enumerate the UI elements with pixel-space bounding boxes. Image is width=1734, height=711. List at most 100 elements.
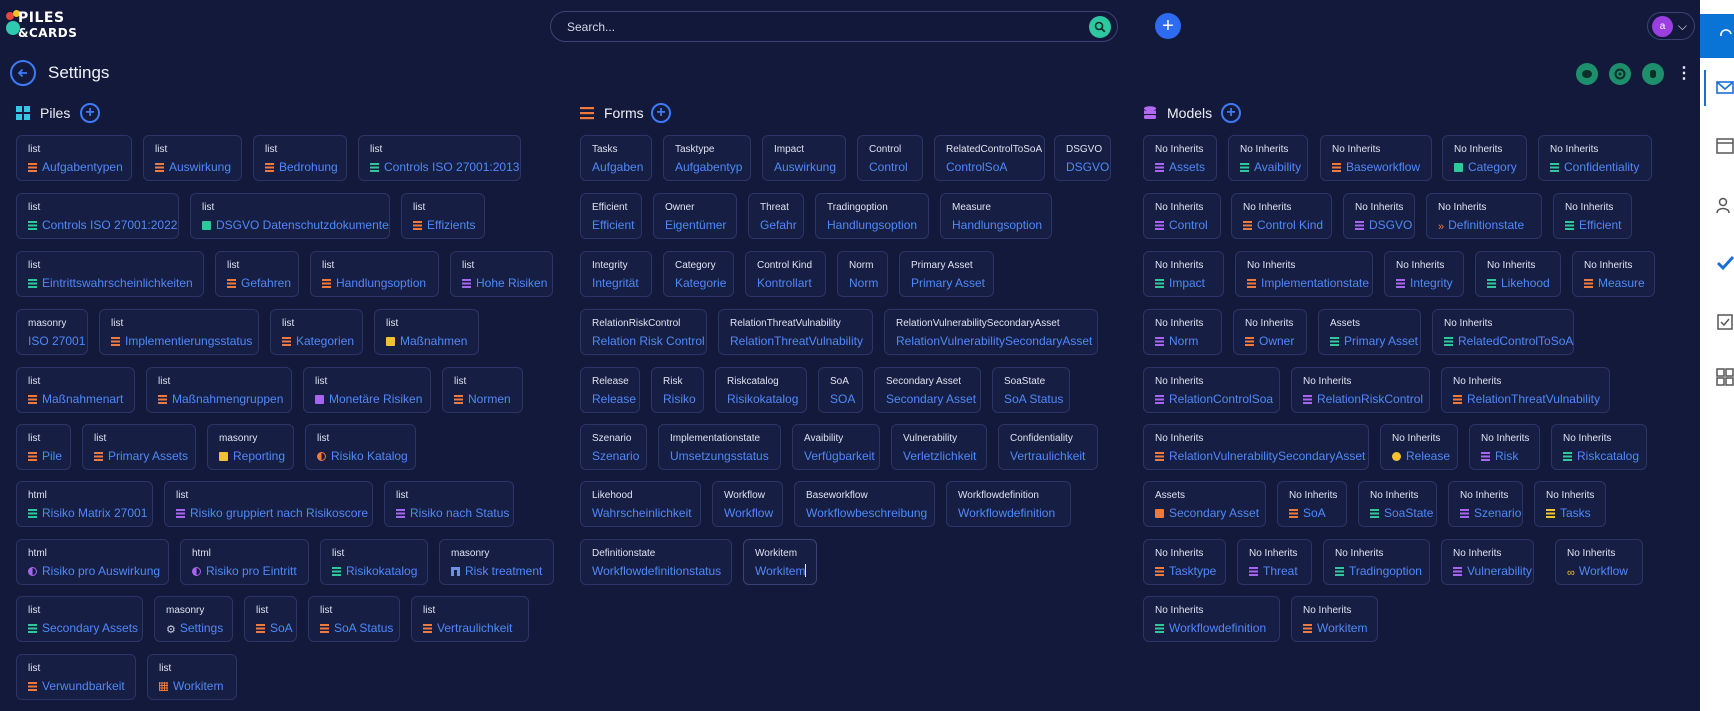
pile-card-massnahmenart[interactable]: list Maßnahmenart — [16, 367, 135, 413]
model-card-relationcontrolsoa[interactable]: No Inherits RelationControlSoa — [1143, 367, 1280, 413]
form-card-risiko[interactable]: Risk Risiko — [651, 367, 704, 413]
model-card-definitionstate[interactable]: No Inherits » Definitionstate — [1426, 193, 1542, 239]
add-model-button[interactable]: + — [1221, 103, 1241, 123]
pile-card-risiko-gruppiert[interactable]: list Risiko gruppiert nach Risikoscore — [164, 481, 373, 527]
model-card-riskcatalog[interactable]: No Inherits Riskcatalog — [1551, 424, 1647, 470]
pile-card-risiko-status[interactable]: list Risiko nach Status — [384, 481, 514, 527]
form-card-szenario[interactable]: Szenario Szenario — [580, 424, 647, 470]
calendar-icon[interactable] — [1716, 136, 1734, 154]
model-card-soa[interactable]: No Inherits SoA — [1277, 481, 1347, 527]
model-card-measure[interactable]: No Inherits Measure — [1572, 251, 1655, 297]
model-card-relationriskcontrol[interactable]: No Inherits RelationRiskControl — [1291, 367, 1430, 413]
model-card-workflow[interactable]: No Inherits ∞ Workflow — [1555, 539, 1643, 585]
model-card-release[interactable]: No Inherits Release — [1380, 424, 1458, 470]
model-card-tasks[interactable]: No Inherits Tasks — [1534, 481, 1606, 527]
form-card-vertraulichkeit[interactable]: Confidentiality Vertraulichkeit — [998, 424, 1098, 470]
form-card-relation-threat[interactable]: RelationThreatVulnability RelationThreatV… — [718, 309, 873, 355]
search-input[interactable] — [567, 18, 1067, 36]
pile-card-monetaere-risiken[interactable]: list Monetäre Risiken — [303, 367, 431, 413]
form-card-release[interactable]: Release Release — [580, 367, 640, 413]
model-card-implementationstate[interactable]: No Inherits Implementationstate — [1235, 251, 1373, 297]
form-card-umsetzungsstatus[interactable]: Implementationstate Umsetzungsstatus — [658, 424, 781, 470]
user-menu[interactable]: a ⌵ — [1647, 12, 1695, 40]
model-card-tradingoption[interactable]: No Inherits Tradingoption — [1323, 539, 1430, 585]
model-card-category[interactable]: No Inherits Category — [1442, 135, 1527, 181]
pile-card-risiko-eintritt[interactable]: html Risiko pro Eintritt — [180, 539, 309, 585]
model-card-workflowdefinition[interactable]: No Inherits Workflowdefinition — [1143, 596, 1280, 642]
model-card-secondary-asset[interactable]: Assets Secondary Asset — [1143, 481, 1266, 527]
check-icon[interactable] — [1716, 254, 1734, 272]
search-button[interactable] — [1089, 16, 1111, 38]
logo[interactable]: PILES &CARDS — [4, 8, 84, 42]
pile-card-effizients[interactable]: list Effizients — [401, 193, 485, 239]
pile-card-kategorien[interactable]: list Kategorien — [270, 309, 363, 355]
more-options-icon[interactable]: ⋮ — [1676, 65, 1692, 83]
form-card-kontrollart[interactable]: Control Kind Kontrollart — [745, 251, 826, 297]
model-card-efficient[interactable]: No Inherits Efficient — [1553, 193, 1632, 239]
model-card-vulnerability[interactable]: No Inherits Vulnerability — [1441, 539, 1534, 585]
model-card-control-kind[interactable]: No Inherits Control Kind — [1231, 193, 1332, 239]
pile-card-implementierungsstatus[interactable]: list Implementierungsstatus — [99, 309, 259, 355]
pile-card-soa-status[interactable]: list SoA Status — [308, 596, 400, 642]
pile-card-massnahmen[interactable]: list Maßnahmen — [374, 309, 479, 355]
form-card-efficient[interactable]: Efficient Efficient — [580, 193, 642, 239]
pile-card-normen[interactable]: list Normen — [442, 367, 523, 413]
pile-card-controls-2022[interactable]: list Controls ISO 27001:2022 — [16, 193, 179, 239]
form-card-aufgaben[interactable]: Tasks Aufgaben — [580, 135, 652, 181]
form-card-integritaet[interactable]: Integrity Integrität — [580, 251, 652, 297]
pile-card-risiko-matrix[interactable]: html Risiko Matrix 27001 — [16, 481, 153, 527]
model-card-dsgvo[interactable]: No Inherits DSGVO — [1343, 193, 1415, 239]
model-card-control[interactable]: No Inherits Control — [1143, 193, 1221, 239]
pile-card-settings[interactable]: masonry ⚙ Settings — [154, 596, 233, 642]
pile-card-risiko-auswirkung[interactable]: html Risiko pro Auswirkung — [16, 539, 169, 585]
form-card-secondary-asset[interactable]: Secondary Asset Secondary Asset — [874, 367, 981, 413]
form-card-kategorie[interactable]: Category Kategorie — [663, 251, 734, 297]
pile-card-controls-2013[interactable]: list Controls ISO 27001:2013 — [358, 135, 521, 181]
pile-card-verwundbarkeit[interactable]: list Verwundbarkeit — [16, 654, 136, 700]
form-card-gefahr[interactable]: Threat Gefahr — [748, 193, 804, 239]
pile-card-risikokatalog[interactable]: list Risikokatalog — [320, 539, 428, 585]
form-card-verfuegbarkeit[interactable]: Avaibility Verfügbarkeit — [792, 424, 880, 470]
model-card-assets[interactable]: No Inherits Assets — [1143, 135, 1217, 181]
model-card-owner[interactable]: No Inherits Owner — [1233, 309, 1307, 355]
pile-card-aufgabentypen[interactable]: list Aufgabentypen — [16, 135, 132, 181]
model-card-relationvulnerability[interactable]: No Inherits RelationVulnerabilitySecondar… — [1143, 424, 1369, 470]
form-card-relation-vulnerability[interactable]: RelationVulnerabilitySecondaryAsset Relat… — [884, 309, 1098, 355]
model-card-likehood[interactable]: No Inherits Likehood — [1475, 251, 1561, 297]
form-card-auswirkung[interactable]: Impact Auswirkung — [762, 135, 846, 181]
pile-card-handlungsoption[interactable]: list Handlungsoption — [310, 251, 439, 297]
settings-button[interactable] — [1609, 63, 1631, 85]
pile-card-risiko-katalog[interactable]: list Risiko Katalog — [305, 424, 416, 470]
form-card-workflowdefinitionstatus[interactable]: Definitionstate Workflowdefinitionstatus — [580, 539, 732, 585]
model-card-risk[interactable]: No Inherits Risk — [1469, 424, 1540, 470]
form-card-control[interactable]: Control Control — [857, 135, 923, 181]
hand-button[interactable] — [1642, 63, 1664, 85]
pile-card-secondary-assets[interactable]: list Secondary Assets — [16, 596, 143, 642]
model-card-threat[interactable]: No Inherits Threat — [1237, 539, 1312, 585]
model-card-baseworkflow[interactable]: No Inherits Baseworkflow — [1320, 135, 1432, 181]
pile-card-gefahren[interactable]: list Gefahren — [215, 251, 299, 297]
pile-card-bedrohung[interactable]: list Bedrohung — [253, 135, 347, 181]
form-card-wahrscheinlichkeit[interactable]: Likehood Wahrscheinlichkeit — [580, 481, 701, 527]
form-card-handlungsoption-measure[interactable]: Measure Handlungsoption — [940, 193, 1052, 239]
model-card-workitem[interactable]: No Inherits Workitem — [1291, 596, 1378, 642]
pile-card-soa[interactable]: list SoA — [244, 596, 297, 642]
pile-card-iso-27001[interactable]: masonry ISO 27001 — [16, 309, 88, 355]
model-card-soastate[interactable]: No Inherits SoaState — [1358, 481, 1437, 527]
add-button[interactable]: + — [1155, 13, 1181, 39]
model-card-integrity[interactable]: No Inherits Integrity — [1384, 251, 1464, 297]
form-card-dsgvo[interactable]: DSGVO DSGVO — [1054, 135, 1111, 181]
model-card-primary-asset[interactable]: Assets Primary Asset — [1318, 309, 1421, 355]
clipboard-icon[interactable] — [1716, 312, 1734, 330]
add-form-button[interactable]: + — [651, 103, 671, 123]
model-card-avaibility[interactable]: No Inherits Avaibility — [1228, 135, 1308, 181]
model-card-confidentiality[interactable]: No Inherits Confidentiality — [1538, 135, 1652, 181]
form-card-verletzlichkeit[interactable]: Vulnerability Verletzlichkeit — [891, 424, 987, 470]
pile-card-vertraulichkeit[interactable]: list Vertraulichkeit — [411, 596, 529, 642]
pile-card-massnahmengruppen[interactable]: list Maßnahmengruppen — [146, 367, 292, 413]
form-card-controlsoa[interactable]: RelatedControlToSoA ControlSoA — [934, 135, 1045, 181]
form-card-soa[interactable]: SoA SOA — [818, 367, 863, 413]
people-icon[interactable] — [1716, 196, 1734, 214]
model-card-relationthreatvulnability[interactable]: No Inherits RelationThreatVulnability — [1441, 367, 1610, 413]
form-card-norm[interactable]: Norm Norm — [837, 251, 888, 297]
